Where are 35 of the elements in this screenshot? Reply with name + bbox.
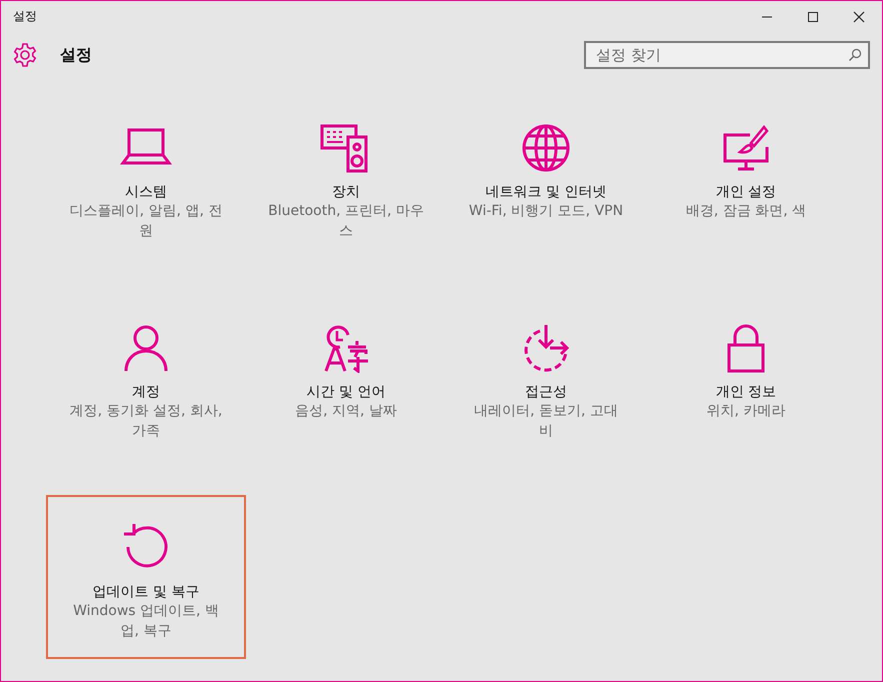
settings-tile[interactable]: 계정 계정, 동기화 설정, 회사, 가족 <box>46 295 246 459</box>
tile-title: 업데이트 및 복구 <box>92 583 200 601</box>
settings-tile[interactable]: 장치 Bluetooth, 프린터, 마우스 <box>246 95 446 259</box>
settings-icon <box>12 42 38 68</box>
close-icon <box>853 10 865 22</box>
settings-tile[interactable]: 시간 및 언어 음성, 지역, 날짜 <box>246 295 446 459</box>
tile-description: 위치, 카메라 <box>706 402 786 421</box>
maximize-icon <box>807 10 819 22</box>
tile-description: 내레이터, 돋보기, 고대비 <box>473 402 619 441</box>
tile-title: 계정 <box>132 383 160 401</box>
window-title: 설정 <box>13 8 37 25</box>
settings-tile[interactable]: 네트워크 및 인터넷 Wi-Fi, 비행기 모드, VPN <box>446 95 646 259</box>
tile-description: Bluetooth, 프린터, 마우스 <box>268 202 424 241</box>
tile-title: 접근성 <box>525 383 567 401</box>
tile-title: 개인 정보 <box>716 383 776 401</box>
tile-title: 개인 설정 <box>716 183 776 201</box>
settings-tile[interactable]: 개인 설정 배경, 잠금 화면, 색 <box>646 95 846 259</box>
settings-tile[interactable]: 시스템 디스플레이, 알림, 앱, 전원 <box>46 95 246 259</box>
tile-description: Wi-Fi, 비행기 모드, VPN <box>468 202 624 221</box>
search-field[interactable]: 설정 찾기 <box>584 41 870 69</box>
tile-description: 계정, 동기화 설정, 회사, 가족 <box>68 402 224 441</box>
page-title: 설정 <box>60 44 93 66</box>
tile-description: 배경, 잠금 화면, 색 <box>684 202 808 221</box>
tile-title: 시간 및 언어 <box>306 383 386 401</box>
tile-description: Windows 업데이트, 백업, 복구 <box>72 602 220 641</box>
tile-title: 장치 <box>332 183 360 201</box>
settings-tile[interactable]: 업데이트 및 복구 Windows 업데이트, 백업, 복구 <box>46 495 246 659</box>
tile-title: 네트워크 및 인터넷 <box>486 183 606 201</box>
tile-description: 음성, 지역, 날짜 <box>294 402 398 421</box>
settings-tile[interactable]: 개인 정보 위치, 카메라 <box>646 295 846 459</box>
globe-icon <box>520 123 572 173</box>
search-icon[interactable] <box>848 48 862 62</box>
tile-description: 디스플레이, 알림, 앱, 전원 <box>68 202 224 241</box>
tile-title: 시스템 <box>125 183 167 201</box>
settings-tile[interactable]: 접근성 내레이터, 돋보기, 고대비 <box>446 295 646 459</box>
